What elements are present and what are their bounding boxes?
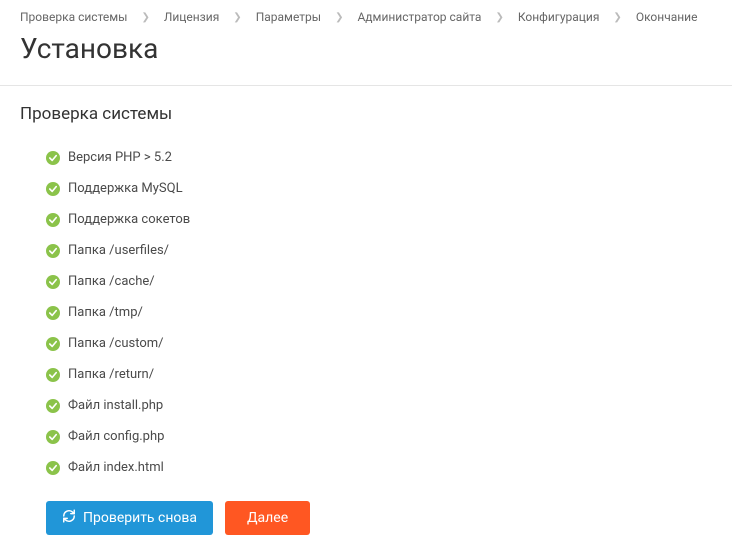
refresh-icon <box>62 509 76 527</box>
check-label: Файл install.php <box>68 398 163 413</box>
check-row: Папка /tmp/ <box>46 297 712 328</box>
check-ok-icon <box>46 244 60 258</box>
check-ok-icon <box>46 368 60 382</box>
system-checklist: Версия PHP > 5.2 Поддержка MySQL Поддержка… <box>0 142 732 483</box>
check-label: Версия PHP > 5.2 <box>68 150 172 165</box>
check-label: Файл config.php <box>68 429 164 444</box>
breadcrumb-item-site-admin[interactable]: Администратор сайта <box>357 10 481 24</box>
check-label: Папка /custom/ <box>68 336 164 351</box>
breadcrumb-item-finish[interactable]: Окончание <box>636 10 698 24</box>
breadcrumb: Проверка системы ❯ Лицензия ❯ Параметры … <box>0 0 732 32</box>
breadcrumb-item-parameters[interactable]: Параметры <box>256 10 321 24</box>
chevron-right-icon: ❯ <box>141 12 149 23</box>
check-ok-icon <box>46 461 60 475</box>
check-ok-icon <box>46 182 60 196</box>
recheck-button[interactable]: Проверить снова <box>46 501 213 535</box>
next-button-label: Далее <box>247 510 288 526</box>
check-row: Поддержка сокетов <box>46 204 712 235</box>
check-label: Папка /return/ <box>68 367 154 382</box>
chevron-right-icon: ❯ <box>233 12 241 23</box>
breadcrumb-item-license[interactable]: Лицензия <box>164 10 219 24</box>
check-label: Поддержка сокетов <box>68 212 190 227</box>
check-row: Файл install.php <box>46 390 712 421</box>
check-row: Файл index.html <box>46 452 712 483</box>
check-label: Папка /tmp/ <box>68 305 143 320</box>
check-label: Папка /cache/ <box>68 274 155 289</box>
chevron-right-icon: ❯ <box>335 12 343 23</box>
check-label: Папка /userfiles/ <box>68 243 169 258</box>
recheck-button-label: Проверить снова <box>83 510 197 526</box>
breadcrumb-item-system-check[interactable]: Проверка системы <box>20 10 127 24</box>
divider <box>0 85 732 86</box>
next-button[interactable]: Далее <box>225 501 310 535</box>
check-label: Файл index.html <box>68 460 164 475</box>
check-ok-icon <box>46 430 60 444</box>
check-ok-icon <box>46 306 60 320</box>
chevron-right-icon: ❯ <box>613 12 621 23</box>
check-row: Папка /userfiles/ <box>46 235 712 266</box>
check-row: Папка /return/ <box>46 359 712 390</box>
check-row: Папка /cache/ <box>46 266 712 297</box>
check-row: Файл config.php <box>46 421 712 452</box>
check-label: Поддержка MySQL <box>68 181 183 196</box>
check-ok-icon <box>46 399 60 413</box>
chevron-right-icon: ❯ <box>495 12 503 23</box>
action-buttons: Проверить снова Далее <box>0 483 732 553</box>
section-title: Проверка системы <box>0 104 732 142</box>
check-row: Папка /custom/ <box>46 328 712 359</box>
check-row: Версия PHP > 5.2 <box>46 142 712 173</box>
check-row: Поддержка MySQL <box>46 173 712 204</box>
check-ok-icon <box>46 213 60 227</box>
page-title: Установка <box>0 32 732 85</box>
check-ok-icon <box>46 275 60 289</box>
breadcrumb-item-configuration[interactable]: Конфигурация <box>518 10 600 24</box>
check-ok-icon <box>46 337 60 351</box>
check-ok-icon <box>46 151 60 165</box>
